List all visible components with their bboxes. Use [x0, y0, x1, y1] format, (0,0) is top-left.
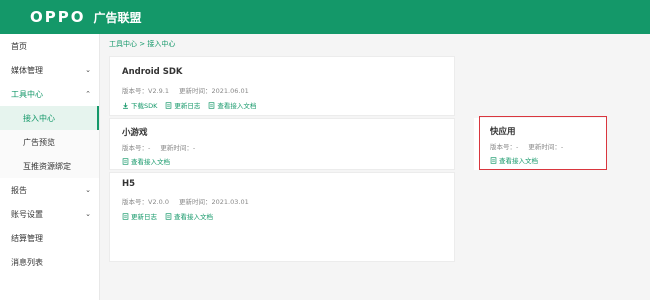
link-label: 查看接入文档	[174, 213, 213, 221]
sidebar-item-ad-preview[interactable]: 广告预览	[0, 130, 99, 154]
changelog-link[interactable]: 更新日志	[122, 211, 157, 221]
document-icon	[122, 157, 129, 165]
view-docs-link[interactable]: 查看接入文档	[165, 211, 213, 221]
sidebar-item-label: 账号设置	[11, 209, 43, 219]
document-icon	[122, 212, 129, 220]
sidebar-item-cross-promo[interactable]: 互推资源绑定	[0, 154, 99, 178]
card-title: Android SDK	[122, 67, 183, 77]
breadcrumb-tools[interactable]: 工具中心	[109, 40, 137, 48]
document-icon	[166, 101, 172, 109]
chevron-down-icon: ⌄	[85, 66, 91, 74]
link-label: 查看接入文档	[217, 102, 257, 110]
card-title: H5	[122, 179, 136, 189]
sidebar-item-home[interactable]: 首页	[0, 34, 99, 58]
sidebar-item-label: 报告	[11, 185, 27, 195]
update-time-text: 更新时间：-	[160, 144, 196, 152]
update-time-text: 更新时间：2021.06.01	[179, 87, 249, 95]
view-docs-link[interactable]: 查看接入文档	[208, 100, 256, 110]
sidebar-item-label: 广告预览	[23, 137, 55, 147]
brand-title: 广告联盟	[93, 10, 142, 25]
card-meta: 版本号：V2.9.1 更新时间：2021.06.01	[122, 85, 249, 95]
card-links: 更新日志 查看接入文档	[122, 211, 213, 221]
android-sdk-card: Android SDK 版本号：V2.9.1 更新时间：2021.06.01 下载…	[109, 56, 455, 116]
breadcrumb: 工具中心 > 接入中心	[109, 39, 175, 49]
version-text: 版本号：V2.0.0	[122, 198, 169, 206]
sidebar-item-label: 接入中心	[23, 113, 55, 123]
sidebar: 首页 媒体管理 ⌄ 工具中心 ⌃ 接入中心 广告预览 互推资源绑定 报告 ⌄ 账…	[0, 34, 100, 300]
highlight-box	[479, 116, 607, 170]
download-icon	[123, 102, 128, 109]
sidebar-item-media[interactable]: 媒体管理 ⌄	[0, 58, 99, 82]
link-label: 查看接入文档	[131, 158, 170, 166]
sidebar-item-label: 首页	[11, 41, 27, 51]
document-icon	[165, 212, 172, 220]
mini-game-card: 小游戏 版本号：- 更新时间：- 查看接入文档	[109, 118, 455, 170]
sidebar-item-label: 工具中心	[11, 89, 43, 99]
h5-card: H5 版本号：V2.0.0 更新时间：2021.03.01 更新日志 查看接入文档	[109, 172, 455, 262]
card-links: 下载SDK 更新日志 查看接入文档	[122, 100, 256, 110]
chevron-down-icon: ⌄	[85, 186, 91, 194]
view-docs-link[interactable]: 查看接入文档	[122, 156, 170, 166]
update-time-text: 更新时间：2021.03.01	[179, 198, 249, 206]
version-text: 版本号：-	[122, 144, 151, 152]
breadcrumb-separator: >	[139, 40, 146, 48]
chevron-up-icon: ⌃	[85, 90, 91, 98]
document-icon	[209, 101, 215, 109]
oppo-logo[interactable]: OPPO	[30, 8, 86, 26]
link-label: 下载SDK	[131, 102, 158, 110]
sidebar-item-messages[interactable]: 消息列表	[0, 250, 99, 274]
card-links: 查看接入文档	[122, 156, 170, 166]
sidebar-item-tools[interactable]: 工具中心 ⌃	[0, 82, 99, 106]
chevron-down-icon: ⌄	[85, 210, 91, 218]
download-sdk-link[interactable]: 下载SDK	[122, 100, 157, 110]
sidebar-item-label: 结算管理	[11, 233, 43, 243]
version-text: 版本号：V2.9.1	[122, 87, 169, 95]
link-label: 更新日志	[174, 102, 201, 110]
card-meta: 版本号：V2.0.0 更新时间：2021.03.01	[122, 196, 249, 206]
sidebar-item-label: 互推资源绑定	[23, 161, 71, 171]
top-navbar: OPPO 广告联盟	[0, 0, 650, 34]
main-content: 工具中心 > 接入中心 Android SDK 版本号：V2.9.1 更新时间：2…	[100, 34, 650, 300]
card-title: 小游戏	[122, 128, 148, 138]
sidebar-item-settlement[interactable]: 结算管理	[0, 226, 99, 250]
link-label: 更新日志	[131, 213, 157, 221]
card-meta: 版本号：- 更新时间：-	[122, 142, 195, 152]
sidebar-item-label: 媒体管理	[11, 65, 43, 75]
changelog-link[interactable]: 更新日志	[165, 100, 200, 110]
sidebar-item-reports[interactable]: 报告 ⌄	[0, 178, 99, 202]
sidebar-item-access-center[interactable]: 接入中心	[0, 106, 99, 130]
sidebar-item-account[interactable]: 账号设置 ⌄	[0, 202, 99, 226]
breadcrumb-current: 接入中心	[147, 40, 176, 48]
sidebar-item-label: 消息列表	[11, 257, 43, 267]
